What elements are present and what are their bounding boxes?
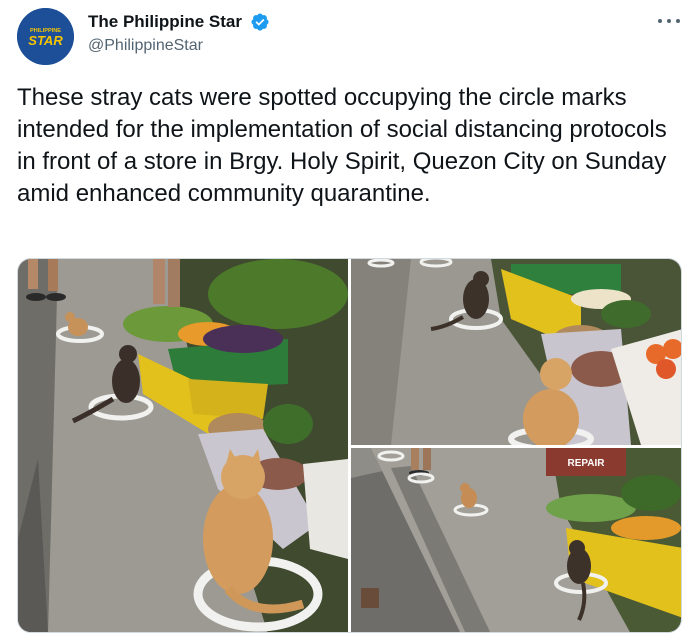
photo-cats-circles-wide-image (18, 259, 348, 632)
account-name-block: The Philippine Star @PhilippineStar (88, 11, 270, 56)
photo-cat-circle-store[interactable] (351, 259, 681, 445)
philippine-star-logo: PHILIPPINE STAR (17, 8, 74, 65)
store-sign-text: REPAIR (567, 458, 605, 469)
tweet-media-grid: REPAIR (17, 258, 682, 633)
more-options-button[interactable] (658, 14, 680, 28)
display-name[interactable]: The Philippine Star (88, 11, 242, 33)
tweet-text: These stray cats were spotted occupying … (17, 84, 667, 207)
more-horizontal-icon (676, 19, 680, 23)
more-horizontal-icon (658, 19, 662, 23)
account-handle[interactable]: @PhilippineStar (88, 36, 270, 56)
photo-cat-circle-store-image (351, 259, 681, 445)
verified-badge-icon (251, 13, 269, 31)
photo-cats-street-circles[interactable]: REPAIR (351, 448, 681, 632)
photo-cats-circles-wide[interactable] (18, 259, 348, 632)
account-avatar[interactable]: PHILIPPINE STAR (17, 8, 74, 65)
photo-cats-street-circles-image: REPAIR (351, 448, 681, 632)
tweet-card[interactable]: PHILIPPINE STAR The Philippine Star @Phi… (0, 0, 700, 643)
svg-text:STAR: STAR (28, 33, 63, 48)
more-horizontal-icon (667, 19, 671, 23)
